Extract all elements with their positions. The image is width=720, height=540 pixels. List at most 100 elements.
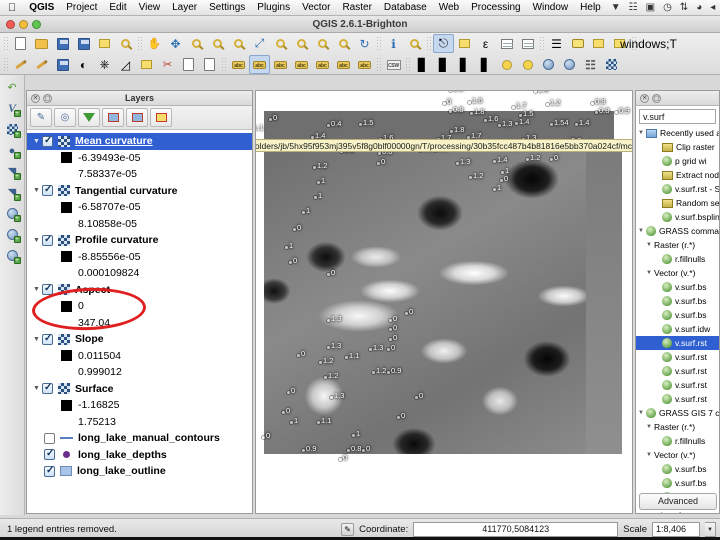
- node-tool-icon[interactable]: ◿: [115, 55, 136, 74]
- add-wms-layer-icon[interactable]: +: [2, 203, 23, 224]
- expand-arrow-icon[interactable]: ▼: [644, 424, 654, 430]
- zoom-full-icon[interactable]: ⤢: [249, 34, 270, 53]
- layer-visibility-checkbox[interactable]: [42, 184, 53, 197]
- delete-selected-icon[interactable]: [136, 55, 157, 74]
- menu-web[interactable]: Web: [433, 0, 465, 16]
- show-hide-labels-icon[interactable]: abc: [291, 55, 312, 74]
- processing-tree-item[interactable]: v.surf.bs: [636, 476, 719, 490]
- save-project-icon[interactable]: [52, 34, 73, 53]
- pin-labels-icon[interactable]: abc: [270, 55, 291, 74]
- layer-row-surface[interactable]: ▼ Surface: [27, 381, 252, 398]
- collapse-all-icon[interactable]: [126, 108, 148, 127]
- layer-visibility-checkbox[interactable]: [42, 135, 53, 147]
- layer-row-tangential-curvature[interactable]: ▼ Tangential curvature: [27, 183, 252, 200]
- zoom-to-layer-icon[interactable]: [291, 34, 312, 53]
- toolbar-grip[interactable]: [137, 36, 143, 51]
- expand-arrow-icon[interactable]: ▼: [636, 228, 646, 234]
- expand-arrow-icon[interactable]: ▼: [31, 187, 42, 194]
- deselect-features-icon[interactable]: [454, 34, 475, 53]
- menu-settings[interactable]: Settings: [203, 0, 251, 16]
- processing-tree-item[interactable]: p grid wi: [636, 154, 719, 168]
- add-vector-layer-icon[interactable]: V +: [2, 98, 23, 119]
- layer-visibility-checkbox[interactable]: [44, 448, 55, 461]
- processing-tree-item[interactable]: v.surf.rst: [636, 350, 719, 364]
- increase-contrast-icon[interactable]: [538, 55, 559, 74]
- layer-row-long-lake-depths[interactable]: long_lake_depths: [27, 447, 252, 464]
- add-wfs-layer-icon[interactable]: +: [2, 245, 23, 266]
- add-postgis-layer-icon[interactable]: ● +: [2, 140, 23, 161]
- menu-view[interactable]: View: [133, 0, 167, 16]
- panel-float-icon[interactable]: ◻: [652, 93, 661, 103]
- paste-features-icon[interactable]: [199, 55, 220, 74]
- processing-tree-item[interactable]: v.surf.rst: [636, 392, 719, 406]
- processing-tree-item[interactable]: r.fillnulls: [636, 252, 719, 266]
- measure-line-icon[interactable]: ☰: [546, 34, 567, 53]
- layer-visibility-checkbox[interactable]: [42, 234, 53, 246]
- highlight-pinned-labels-icon[interactable]: abc: [249, 55, 270, 74]
- volume-icon[interactable]: ◂: [706, 0, 719, 16]
- menu-edit[interactable]: Edit: [103, 0, 132, 16]
- processing-tree-item[interactable]: r.fillnulls: [636, 434, 719, 448]
- zoom-to-selection-icon[interactable]: [270, 34, 291, 53]
- toolbar-grip[interactable]: [539, 36, 545, 51]
- label-layer-icon[interactable]: abc: [228, 55, 249, 74]
- processing-tree-item[interactable]: v.surf.rst: [636, 364, 719, 378]
- expand-arrow-icon[interactable]: ▼: [644, 242, 654, 248]
- layer-row-mean-curvature[interactable]: ▼ Mean curvature: [27, 133, 252, 150]
- menu-processing[interactable]: Processing: [465, 0, 526, 16]
- zoom-last-icon[interactable]: [312, 34, 333, 53]
- timemachine-icon[interactable]: ◷: [659, 0, 676, 16]
- processing-algorithm-tree[interactable]: ▼ Recently used algo Clip raster p grid wi E…: [636, 126, 719, 501]
- processing-tree-item[interactable]: v.surf.bs: [636, 280, 719, 294]
- processing-tree-item[interactable]: v.surf.bsplin: [636, 210, 719, 224]
- bluetooth-icon[interactable]: ⇅: [676, 0, 692, 16]
- open-project-icon[interactable]: [31, 34, 52, 53]
- expand-arrow-icon[interactable]: ▼: [644, 270, 654, 276]
- layer-row-slope[interactable]: ▼ Slope: [27, 331, 252, 348]
- copy-features-icon[interactable]: [178, 55, 199, 74]
- processing-search-input[interactable]: v.surf: [639, 109, 716, 124]
- change-label-icon[interactable]: abc: [354, 55, 375, 74]
- advanced-interface-button[interactable]: Advanced interface: [639, 493, 717, 513]
- add-mssql-layer-icon[interactable]: ◥ +: [2, 182, 23, 203]
- select-features-icon[interactable]: ⎋: [433, 34, 454, 53]
- processing-tree-item[interactable]: ▼ Vector (v.*): [636, 448, 719, 462]
- new-project-icon[interactable]: [10, 34, 31, 53]
- histogram-icon[interactable]: ▊: [412, 55, 433, 74]
- zoom-out-icon[interactable]: [207, 34, 228, 53]
- toolbar-grip[interactable]: [376, 57, 382, 72]
- scale-input[interactable]: 1:8,406: [652, 522, 700, 537]
- layer-visibility-checkbox[interactable]: [42, 382, 53, 395]
- processing-tree-item[interactable]: Extract nod: [636, 168, 719, 182]
- layer-tree[interactable]: ▼ Mean curvature -6.39493e-05 7.58337e-0…: [27, 130, 252, 512]
- processing-tree-item[interactable]: ▼ GRASS comman: [636, 224, 719, 238]
- expand-arrow-icon[interactable]: ▼: [31, 286, 42, 293]
- processing-tree-item[interactable]: ▼ Raster (r.*): [636, 238, 719, 252]
- map-canvas[interactable]: 0000.41.51.11.601.41.31.60.81.100.50.60.…: [255, 90, 633, 514]
- move-feature-icon[interactable]: ⎈: [94, 55, 115, 74]
- map-tips-icon[interactable]: [567, 34, 588, 53]
- add-raster-layer-icon[interactable]: +: [2, 119, 23, 140]
- add-wcs-layer-icon[interactable]: +: [2, 224, 23, 245]
- processing-tree-item[interactable]: v.surf.rst: [636, 378, 719, 392]
- cumulative-cut-stretch-icon[interactable]: ▋: [454, 55, 475, 74]
- text-annotation-icon[interactable]: windows;T: [620, 34, 677, 53]
- layer-visibility-checkbox[interactable]: [44, 465, 55, 477]
- save-layer-edits-icon[interactable]: [52, 55, 73, 74]
- processing-tree-item[interactable]: ▼ Recently used algo: [636, 126, 719, 140]
- georeferencer-icon[interactable]: [601, 55, 622, 74]
- processing-tree-item[interactable]: v.surf.idw: [636, 322, 719, 336]
- menu-help[interactable]: Help: [574, 0, 607, 16]
- processing-tree-item[interactable]: ▼ Vector (v.*): [636, 266, 719, 280]
- processing-tree-item[interactable]: Clip raster: [636, 140, 719, 154]
- refresh-icon[interactable]: ↻: [354, 34, 375, 53]
- processing-tree-item[interactable]: v.surf.bs: [636, 462, 719, 476]
- local-histogram-stretch-icon[interactable]: ▋: [475, 55, 496, 74]
- toolbar-grip[interactable]: [3, 57, 9, 72]
- layer-visibility-checkbox[interactable]: [42, 333, 53, 345]
- field-calculator-icon[interactable]: ε: [475, 34, 496, 53]
- cut-features-icon[interactable]: ✂: [157, 55, 178, 74]
- expand-all-icon[interactable]: [102, 108, 124, 127]
- zoom-native-icon[interactable]: [228, 34, 249, 53]
- expand-arrow-icon[interactable]: ▼: [636, 410, 646, 416]
